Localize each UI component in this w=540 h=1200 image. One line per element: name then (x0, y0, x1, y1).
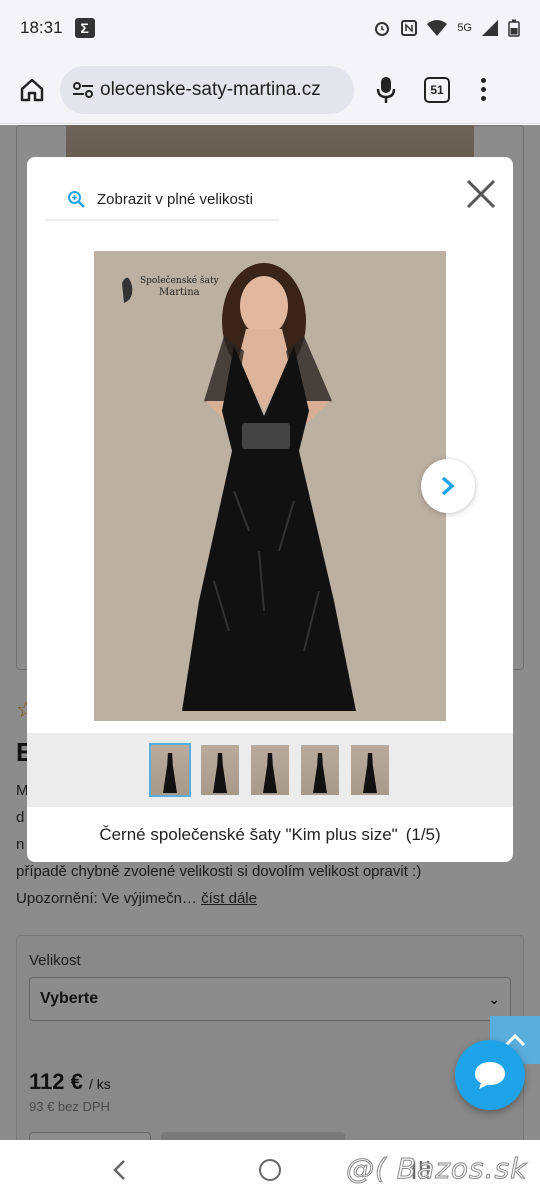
nfc-icon (401, 20, 418, 36)
back-icon[interactable] (108, 1158, 132, 1182)
more-vert-icon[interactable] (478, 70, 488, 110)
status-icons: 5G (373, 19, 520, 37)
chevron-right-icon (441, 476, 455, 496)
thumbnail-3[interactable] (251, 745, 289, 795)
home-button[interactable] (12, 70, 52, 110)
product-main-image[interactable]: Společenské šaty Martina (94, 251, 446, 721)
home-icon (20, 78, 44, 101)
battery-icon (508, 19, 520, 37)
status-bar: 18:31 Σ 5G (0, 0, 540, 56)
address-bar[interactable]: olecenske-saty-martina.cz (60, 65, 354, 114)
browser-toolbar: olecenske-saty-martina.cz 51 (0, 56, 540, 124)
next-image-button[interactable] (421, 459, 475, 513)
close-icon[interactable] (464, 177, 498, 211)
status-time: 18:31 (20, 18, 63, 37)
sigma-app-icon: Σ (74, 18, 95, 38)
thumbnail-strip (27, 733, 513, 807)
alarm-icon (375, 22, 390, 36)
thumbnail-5[interactable] (351, 745, 389, 795)
view-full-size-button[interactable]: Zobrazit v plné velikosti (45, 179, 279, 221)
caption-title: Černé společenské šaty "Kim plus size" (99, 824, 398, 844)
chat-button[interactable] (455, 1040, 525, 1110)
image-caption: Černé společenské šaty "Kim plus size" (… (27, 807, 513, 862)
tab-switcher-button[interactable]: 51 (424, 76, 450, 103)
network-type: 5G (457, 22, 472, 34)
microphone-icon (376, 76, 396, 103)
bazos-watermark: @( Bazos.sk (345, 1152, 528, 1186)
site-settings-icon[interactable] (72, 80, 94, 100)
watermark-line-2: Martina (159, 287, 200, 298)
chat-bubble-icon (475, 1062, 505, 1089)
watermark-line-1: Společenské šaty (140, 276, 219, 286)
signal-icon (482, 20, 498, 36)
caption-counter: (1/5) (405, 824, 441, 844)
home-circle-icon[interactable] (259, 1159, 281, 1181)
wifi-icon (427, 20, 448, 36)
thumbnail-4[interactable] (301, 745, 339, 795)
dress-photo (94, 251, 446, 721)
image-watermark-logo: Společenské šaty Martina (140, 276, 219, 298)
voice-search-button[interactable] (368, 70, 404, 110)
thumbnail-2[interactable] (201, 745, 239, 795)
thumbnail-1[interactable] (149, 743, 191, 797)
image-lightbox: Zobrazit v plné velikosti Společenské ša… (27, 157, 513, 862)
zoom-label: Zobrazit v plné velikosti (97, 190, 253, 208)
zoom-in-icon (68, 191, 85, 208)
url-text: olecenske-saty-martina.cz (100, 78, 321, 100)
